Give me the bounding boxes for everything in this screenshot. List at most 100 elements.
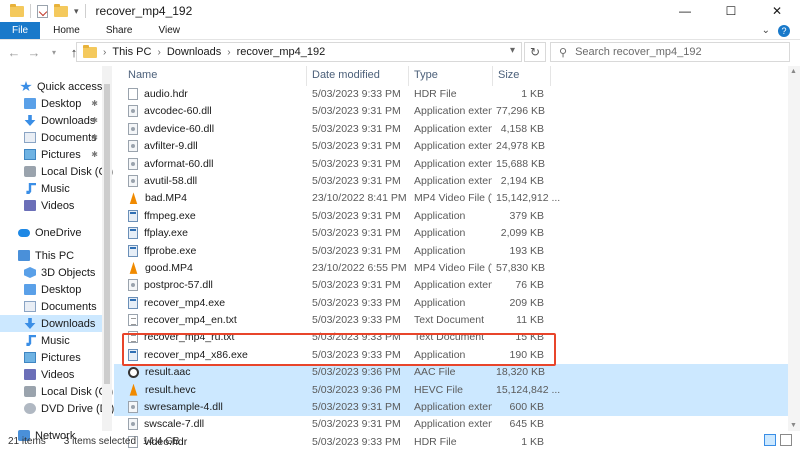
chevron-right-icon[interactable]: › <box>227 47 230 58</box>
table-row[interactable]: good.MP4 23/10/2022 6:55 PM MP4 Video File… <box>114 260 800 277</box>
file-name-cell[interactable]: avdevice-60.dll <box>128 122 214 135</box>
file-name-cell[interactable]: result.aac <box>128 366 191 378</box>
file-name-cell[interactable]: recover_mp4_en.txt <box>128 314 237 327</box>
file-name: avformat-60.dll <box>144 157 214 170</box>
nav-pc-local-disk[interactable]: Local Disk (C:) <box>0 383 113 400</box>
chevron-down-icon[interactable]: ▾ <box>510 45 515 56</box>
tab-home[interactable]: Home <box>40 22 93 39</box>
file-name-cell[interactable]: recover_mp4.exe <box>128 296 225 309</box>
column-name[interactable]: Name <box>128 69 157 81</box>
nav-pc-videos[interactable]: Videos <box>0 366 112 383</box>
table-row[interactable]: recover_mp4_en.txt 5/03/2023 9:33 PM Text … <box>114 312 800 329</box>
properties-icon[interactable] <box>37 4 48 18</box>
file-name-cell[interactable]: audio.hdr <box>128 88 188 100</box>
nav-label: 3D Objects <box>41 266 96 279</box>
file-name-cell[interactable]: ffmpeg.exe <box>128 209 196 222</box>
breadcrumb-this-pc[interactable]: This PC <box>112 46 151 58</box>
nav-quick-access[interactable]: Quick access <box>0 78 112 95</box>
table-row[interactable]: swresample-4.dll 5/03/2023 9:31 PM Applica… <box>114 399 800 417</box>
table-row[interactable]: audio.hdr 5/03/2023 9:33 PM HDR File 1 KB <box>114 86 800 103</box>
new-folder-icon[interactable] <box>54 3 68 17</box>
nav-this-pc[interactable]: This PC <box>0 247 112 264</box>
tab-file[interactable]: File <box>0 22 41 39</box>
table-row[interactable]: recover_mp4.exe 5/03/2023 9:33 PM Applicat… <box>114 295 800 312</box>
nav-dvd-drive[interactable]: DVD Drive (D:) C <box>0 400 125 417</box>
table-row[interactable]: result.hevc 5/03/2023 9:36 PM HEVC File 15,… <box>114 381 800 400</box>
file-name-cell[interactable]: avformat-60.dll <box>128 157 214 170</box>
divider[interactable] <box>408 66 409 86</box>
table-row[interactable]: avdevice-60.dll 5/03/2023 9:31 PM Applicat… <box>114 121 800 138</box>
large-icons-view-icon[interactable] <box>780 434 792 446</box>
file-name-cell[interactable]: postproc-57.dll <box>128 279 213 292</box>
nav-pc-pictures[interactable]: Pictures <box>0 349 112 366</box>
tab-view[interactable]: View <box>146 22 194 39</box>
nav-documents[interactable]: Documents ✱ <box>0 129 112 146</box>
table-row[interactable]: ffprobe.exe 5/03/2023 9:31 PM Application 1… <box>114 243 800 260</box>
file-date: 5/03/2023 9:36 PM <box>312 383 401 396</box>
nav-3d-objects[interactable]: 3D Objects <box>0 264 112 281</box>
help-icon[interactable]: ? <box>778 25 790 37</box>
nav-pc-desktop[interactable]: Desktop <box>0 281 112 298</box>
forward-button[interactable]: → <box>24 45 44 60</box>
table-row[interactable]: avcodec-60.dll 5/03/2023 9:31 PM Applicati… <box>114 103 800 120</box>
file-name-cell[interactable]: avfilter-9.dll <box>128 140 198 153</box>
file-list-scrollbar[interactable]: ▲ ▼ <box>788 66 800 431</box>
back-button[interactable]: ← <box>4 45 24 60</box>
tab-share[interactable]: Share <box>93 22 146 39</box>
file-name-cell[interactable]: good.MP4 <box>128 261 193 274</box>
nav-pc-documents[interactable]: Documents <box>0 298 112 315</box>
table-row[interactable]: bad.MP4 23/10/2022 8:41 PM MP4 Video File … <box>114 190 800 207</box>
details-view-icon[interactable] <box>764 434 776 446</box>
table-row[interactable]: avutil-58.dll 5/03/2023 9:31 PM Applicatio… <box>114 173 800 190</box>
nav-pictures[interactable]: Pictures ✱ <box>0 146 112 163</box>
table-row[interactable]: avfilter-9.dll 5/03/2023 9:31 PM Applicati… <box>114 138 800 155</box>
column-date[interactable]: Date modified <box>312 69 380 81</box>
table-row[interactable]: postproc-57.dll 5/03/2023 9:31 PM Applicat… <box>114 277 800 294</box>
expand-ribbon-icon[interactable]: ⌄ <box>762 25 770 37</box>
scroll-up-icon[interactable]: ▲ <box>790 68 797 75</box>
breadcrumb-current[interactable]: recover_mp4_192 <box>237 46 326 58</box>
table-row[interactable]: ffmpeg.exe 5/03/2023 9:31 PM Application 37… <box>114 208 800 225</box>
refresh-button[interactable]: ↻ <box>524 42 546 62</box>
nav-downloads[interactable]: Downloads ✱ <box>0 112 112 129</box>
documents-icon <box>24 132 36 143</box>
nav-scrollbar[interactable] <box>102 66 112 431</box>
maximize-button[interactable]: ☐ <box>708 0 754 22</box>
divider[interactable] <box>550 66 551 86</box>
file-name-cell[interactable]: bad.MP4 <box>128 192 187 205</box>
scroll-down-icon[interactable]: ▼ <box>790 422 797 429</box>
customize-toolbar-icon[interactable]: ▾ <box>74 6 79 17</box>
nav-videos[interactable]: Videos <box>0 197 112 214</box>
file-name-cell[interactable]: ffplay.exe <box>128 227 188 240</box>
table-row[interactable]: result.aac 5/03/2023 9:36 PM AAC File 18,32… <box>114 364 800 382</box>
nav-pc-music[interactable]: Music <box>0 332 112 349</box>
divider[interactable] <box>492 66 493 86</box>
column-size[interactable]: Size <box>498 69 519 81</box>
nav-music[interactable]: Music <box>0 180 112 197</box>
search-input[interactable]: ⚲ Search recover_mp4_192 <box>550 42 790 62</box>
file-name-cell[interactable]: swresample-4.dll <box>128 401 223 414</box>
table-row[interactable]: ffplay.exe 5/03/2023 9:31 PM Application 2,… <box>114 225 800 242</box>
file-name: swscale-7.dll <box>144 418 205 431</box>
column-type[interactable]: Type <box>414 69 438 81</box>
file-name-cell[interactable]: result.hevc <box>128 383 196 396</box>
file-name-cell[interactable]: ffprobe.exe <box>128 244 196 257</box>
file-name-cell[interactable]: avutil-58.dll <box>128 174 197 187</box>
chevron-right-icon[interactable]: › <box>103 47 106 58</box>
address-bar[interactable]: › This PC › Downloads › recover_mp4_192 … <box>76 42 522 62</box>
nav-desktop[interactable]: Desktop ✱ <box>0 95 112 112</box>
recent-locations-button[interactable]: ▾ <box>44 48 64 57</box>
nav-onedrive[interactable]: OneDrive <box>0 224 112 241</box>
close-button[interactable]: ✕ <box>754 0 800 22</box>
nav-local-disk[interactable]: Local Disk (C:) <box>0 163 113 180</box>
file-name-cell[interactable]: swscale-7.dll <box>128 418 205 431</box>
file-name-cell[interactable]: avcodec-60.dll <box>128 105 212 118</box>
divider[interactable] <box>306 66 307 86</box>
nav-label: Downloads <box>41 114 96 127</box>
table-row[interactable]: avformat-60.dll 5/03/2023 9:31 PM Applicat… <box>114 156 800 173</box>
minimize-button[interactable]: — <box>662 0 708 22</box>
chevron-right-icon[interactable]: › <box>157 47 160 58</box>
breadcrumb-downloads[interactable]: Downloads <box>167 46 221 58</box>
nav-pc-downloads[interactable]: Downloads <box>0 315 112 332</box>
file-date: 5/03/2023 9:31 PM <box>312 174 401 187</box>
